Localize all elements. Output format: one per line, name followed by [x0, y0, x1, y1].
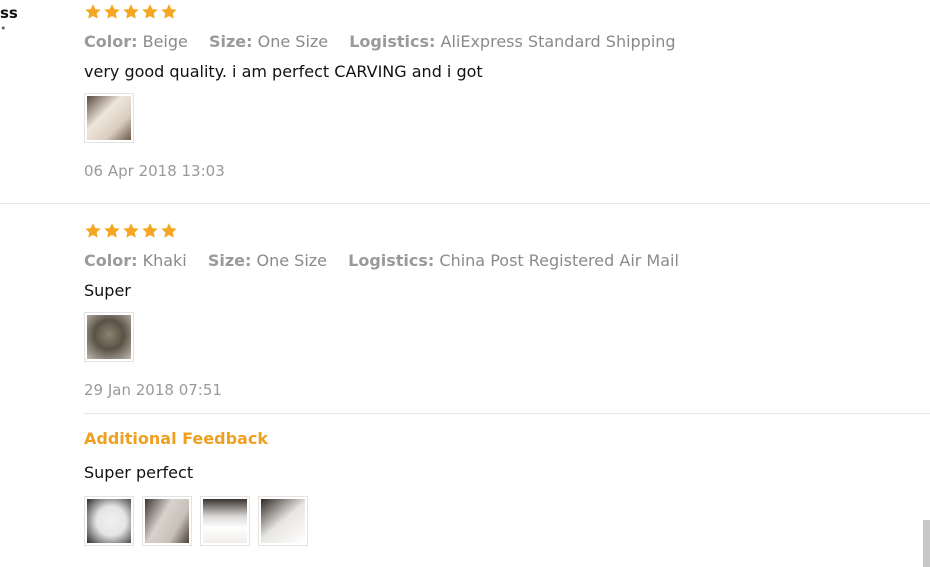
review-photo-thumbnail[interactable] [258, 496, 308, 546]
additional-feedback-title: Additional Feedback [84, 429, 268, 448]
attribute-key: Color: [84, 32, 138, 51]
star-icon [142, 223, 158, 238]
review-date: 29 Jan 2018 07:51 [84, 381, 222, 399]
review-photo-thumbnail[interactable] [200, 496, 250, 546]
attribute-value: One Size [257, 32, 329, 51]
attribute-value: Khaki [142, 251, 187, 270]
review-item: Color: Beige Size: One Size Logistics: A… [84, 3, 930, 181]
attribute-value: One Size [256, 251, 328, 270]
review-photos [84, 93, 930, 143]
attribute-value: China Post Registered Air Mail [439, 251, 679, 270]
logistics-attribute: Logistics: AliExpress Standard Shipping [349, 32, 675, 51]
review-photos [84, 312, 930, 362]
review-photo-thumbnail[interactable] [84, 496, 134, 546]
review-attributes: Color: Khaki Size: One Size Logistics: C… [84, 250, 930, 272]
review-page: ss • Color: Beige Size: One Size Logisti… [0, 0, 930, 567]
photo-image [261, 499, 305, 543]
attribute-key: Logistics: [349, 32, 436, 51]
photo-image [203, 499, 247, 543]
additional-feedback-text: Super perfect [84, 463, 194, 482]
attribute-key: Logistics: [348, 251, 435, 270]
review-photo-thumbnail[interactable] [142, 496, 192, 546]
star-icon [104, 223, 120, 238]
additional-feedback-divider [84, 413, 930, 414]
scrollbar-thumb[interactable] [923, 520, 930, 567]
color-attribute: Color: Khaki [84, 251, 187, 270]
attribute-key: Size: [208, 32, 253, 51]
star-icon [142, 4, 158, 19]
size-attribute: Size: One Size [208, 251, 327, 270]
star-icon [85, 4, 101, 19]
photo-image [87, 315, 131, 359]
additional-feedback: Additional Feedback Super perfect [84, 428, 930, 546]
attribute-value: AliExpress Standard Shipping [440, 32, 676, 51]
additional-feedback-photos [84, 496, 930, 546]
seller-name-fragment: ss [0, 4, 18, 22]
star-icon [161, 223, 177, 238]
attribute-key: Size: [207, 251, 252, 270]
review-attributes: Color: Beige Size: One Size Logistics: A… [84, 31, 930, 53]
review-text: Super [84, 281, 131, 300]
star-icon [123, 223, 139, 238]
star-icon [161, 4, 177, 19]
star-icon [85, 223, 101, 238]
attribute-key: Color: [84, 251, 138, 270]
star-icon [104, 4, 120, 19]
photo-image [87, 499, 131, 543]
seller-bullet: • [0, 22, 7, 35]
size-attribute: Size: One Size [209, 32, 328, 51]
star-rating [84, 222, 930, 242]
star-icon [123, 4, 139, 19]
review-photo-thumbnail[interactable] [84, 93, 134, 143]
attribute-value: Beige [142, 32, 188, 51]
review-text: very good quality. i am perfect CARVING … [84, 62, 483, 81]
photo-image [145, 499, 189, 543]
logistics-attribute: Logistics: China Post Registered Air Mai… [348, 251, 679, 270]
color-attribute: Color: Beige [84, 32, 188, 51]
review-item: Color: Khaki Size: One Size Logistics: C… [84, 222, 930, 400]
review-date: 06 Apr 2018 13:03 [84, 162, 225, 180]
star-rating [84, 3, 930, 23]
review-divider [0, 203, 930, 204]
review-photo-thumbnail[interactable] [84, 312, 134, 362]
photo-image [87, 96, 131, 140]
